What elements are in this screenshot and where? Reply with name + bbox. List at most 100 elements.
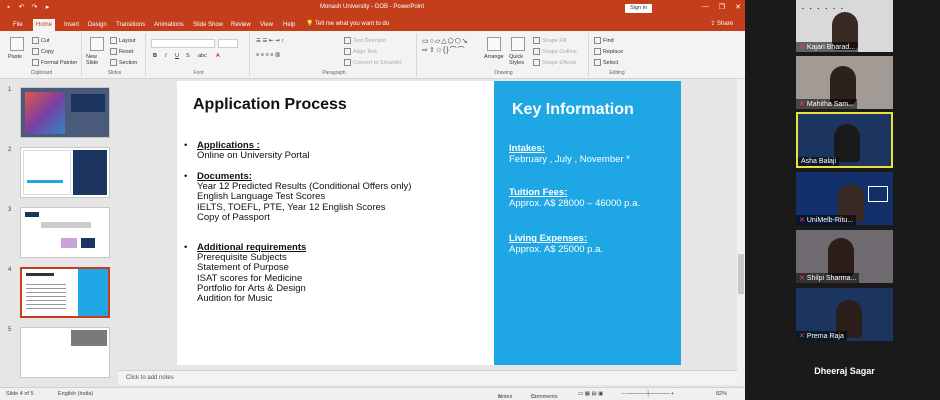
slide-thumbnail-4[interactable] xyxy=(20,267,110,318)
participant-tile[interactable]: ▪▪▪▪▪▪ ✕ Kajari Bharad... xyxy=(796,0,893,52)
current-slide[interactable]: Application Process • Applications : Onl… xyxy=(177,81,681,365)
save-icon[interactable]: ▪ xyxy=(4,3,13,12)
new-slide-button[interactable]: New Slide xyxy=(86,54,110,66)
slide-thumbnail-3[interactable] xyxy=(20,207,110,258)
present-icon[interactable]: ▸ xyxy=(43,3,52,12)
vertical-scrollbar[interactable] xyxy=(737,79,745,385)
participant-tile[interactable]: ✕ Prema Raja xyxy=(796,288,893,341)
slide-thumbnail-2[interactable] xyxy=(20,147,110,198)
layout-button[interactable]: Layout xyxy=(110,37,136,44)
font-size-select[interactable] xyxy=(218,39,238,48)
arrange-button[interactable]: Arrange xyxy=(484,54,504,60)
living-expenses-block[interactable]: Living Expenses: Approx. A$ 25000 p.a. xyxy=(509,233,603,255)
paragraph-group: ☰ ☰ ⇤ ⇥ ↕ ≡ ≡ ≡ ≡ ▥ Text Direction Align… xyxy=(252,33,417,77)
thumbnail-image xyxy=(81,238,95,248)
replace-button[interactable]: Replace xyxy=(594,48,623,55)
thumbnail-image xyxy=(23,150,71,195)
ribbon-tabs: File Home Insert Design Transitions Anim… xyxy=(0,17,745,31)
tab-transitions[interactable]: Transitions xyxy=(113,19,148,31)
participant-tile[interactable]: ✕ Mahitha Sam... xyxy=(796,56,893,109)
tab-help[interactable]: Help xyxy=(280,19,298,31)
new-slide-icon[interactable] xyxy=(90,37,104,51)
select-button[interactable]: Select xyxy=(594,59,618,66)
reset-button[interactable]: Reset xyxy=(110,48,133,55)
shape-effects-button[interactable]: Shape Effects xyxy=(533,59,576,66)
tab-file[interactable]: File xyxy=(10,19,26,31)
smartart-button[interactable]: Convert to SmartArt xyxy=(344,59,402,66)
font-family-select[interactable] xyxy=(151,39,215,48)
tab-design[interactable]: Design xyxy=(85,19,110,31)
participant-tile-active-speaker[interactable]: Asha Balaji xyxy=(796,112,893,168)
italic-icon[interactable]: I xyxy=(165,53,167,59)
intakes-block[interactable]: Intakes: February , July , November * xyxy=(509,143,630,165)
tab-review[interactable]: Review xyxy=(228,19,254,31)
align-icons[interactable]: ≡ ≡ ≡ ≡ ▥ xyxy=(256,52,280,58)
quick-styles-button[interactable]: Quick Styles xyxy=(509,54,531,66)
section-additional-requirements[interactable]: • Additional requirements Prerequisite S… xyxy=(184,242,306,304)
participant-name-only[interactable]: Dheeraj Sagar xyxy=(796,366,893,376)
quick-styles-icon[interactable] xyxy=(511,37,525,51)
section-button[interactable]: Section xyxy=(110,59,137,66)
editing-group: Find Replace Select Editing xyxy=(591,33,643,77)
language-indicator[interactable]: English (India) xyxy=(58,391,93,397)
font-color-icon[interactable]: A xyxy=(216,53,220,59)
view-buttons[interactable]: ▭ ▦ ▤ ▣ xyxy=(578,391,603,397)
find-button[interactable]: Find xyxy=(594,37,614,44)
zoom-slider[interactable]: – ─────┼───── + xyxy=(622,391,674,397)
redo-icon[interactable]: ↷ xyxy=(30,3,39,12)
notes-pane[interactable]: Click to add notes xyxy=(118,370,737,385)
slide-title[interactable]: Application Process xyxy=(193,96,347,114)
muted-mic-icon: ✕ xyxy=(799,101,805,108)
restore-icon[interactable]: ❐ xyxy=(719,3,725,11)
section-item: Copy of Passport xyxy=(197,211,270,223)
tab-slide-show[interactable]: Slide Show xyxy=(190,19,226,31)
arrange-icon[interactable] xyxy=(487,37,501,51)
key-heading: Living Expenses: xyxy=(509,233,588,244)
shape-outline-button[interactable]: Shape Outline xyxy=(533,48,577,55)
key-value: Approx. A$ 28000 – 46000 p.a. xyxy=(509,198,640,209)
tuition-fees-block[interactable]: Tuition Fees: Approx. A$ 28000 – 46000 p… xyxy=(509,187,640,209)
ribbon: Paste Cut Copy Format Painter Clipboard … xyxy=(0,31,745,79)
thumbnail-image xyxy=(73,150,107,195)
thumbnail-number: 4 xyxy=(8,267,12,273)
participant-tile[interactable]: ✕ Shilpi Sharma... xyxy=(796,230,893,283)
copy-button[interactable]: Copy xyxy=(32,48,54,55)
bullet: • xyxy=(184,242,188,253)
scrollbar-thumb[interactable] xyxy=(738,254,744,294)
undo-icon[interactable]: ↶ xyxy=(17,3,26,12)
cut-button[interactable]: Cut xyxy=(32,37,50,44)
paste-icon[interactable] xyxy=(10,37,24,51)
key-value: Approx. A$ 25000 p.a. xyxy=(509,244,604,255)
participant-video xyxy=(828,238,854,276)
section-applications[interactable]: • Applications : Online on University Po… xyxy=(184,140,309,161)
slide-editor[interactable]: Application Process • Applications : Onl… xyxy=(118,79,737,370)
zoom-level[interactable]: 82% xyxy=(716,391,727,397)
share-button[interactable]: ⇪ Share xyxy=(710,20,733,27)
shape-fill-button[interactable]: Shape Fill xyxy=(533,37,566,44)
slide-thumbnail-5[interactable] xyxy=(20,327,110,378)
align-text-icon xyxy=(344,48,351,55)
slide-thumbnail-1[interactable] xyxy=(20,87,110,138)
participant-tile[interactable]: ✕ UniMelb-Ritu... xyxy=(796,172,893,225)
section-documents[interactable]: • Documents: Year 12 Predicted Results (… xyxy=(184,171,411,223)
sign-in-button[interactable]: Sign in xyxy=(625,4,652,13)
bullets-icon[interactable]: ☰ ☰ ⇤ ⇥ ↕ xyxy=(256,38,284,44)
shadow-icon[interactable]: S xyxy=(186,53,190,59)
bold-icon[interactable]: B xyxy=(153,53,157,59)
text-direction-button[interactable]: Text Direction xyxy=(344,37,386,44)
tab-home[interactable]: Home xyxy=(33,19,56,31)
tab-view[interactable]: View xyxy=(257,19,276,31)
format-painter-button[interactable]: Format Painter xyxy=(32,59,77,66)
paste-button[interactable]: Paste xyxy=(8,54,22,60)
align-text-button[interactable]: Align Text xyxy=(344,48,377,55)
key-information-title[interactable]: Key Information xyxy=(512,101,634,119)
tab-insert[interactable]: Insert xyxy=(61,19,82,31)
underline-icon[interactable]: U xyxy=(175,53,179,59)
strikethrough-icon[interactable]: abc xyxy=(198,53,207,59)
minimize-icon[interactable]: — xyxy=(702,3,709,11)
tell-me-search[interactable]: 💡 Tell me what you want to do xyxy=(306,20,389,27)
editing-label: Editing xyxy=(609,70,625,76)
close-icon[interactable]: ✕ xyxy=(735,3,741,11)
shapes-gallery[interactable]: ▭○▱△⬠⬡↘ ⇨⇧☆{}⌒⌒ xyxy=(422,37,469,55)
tab-animations[interactable]: Animations xyxy=(151,19,187,31)
